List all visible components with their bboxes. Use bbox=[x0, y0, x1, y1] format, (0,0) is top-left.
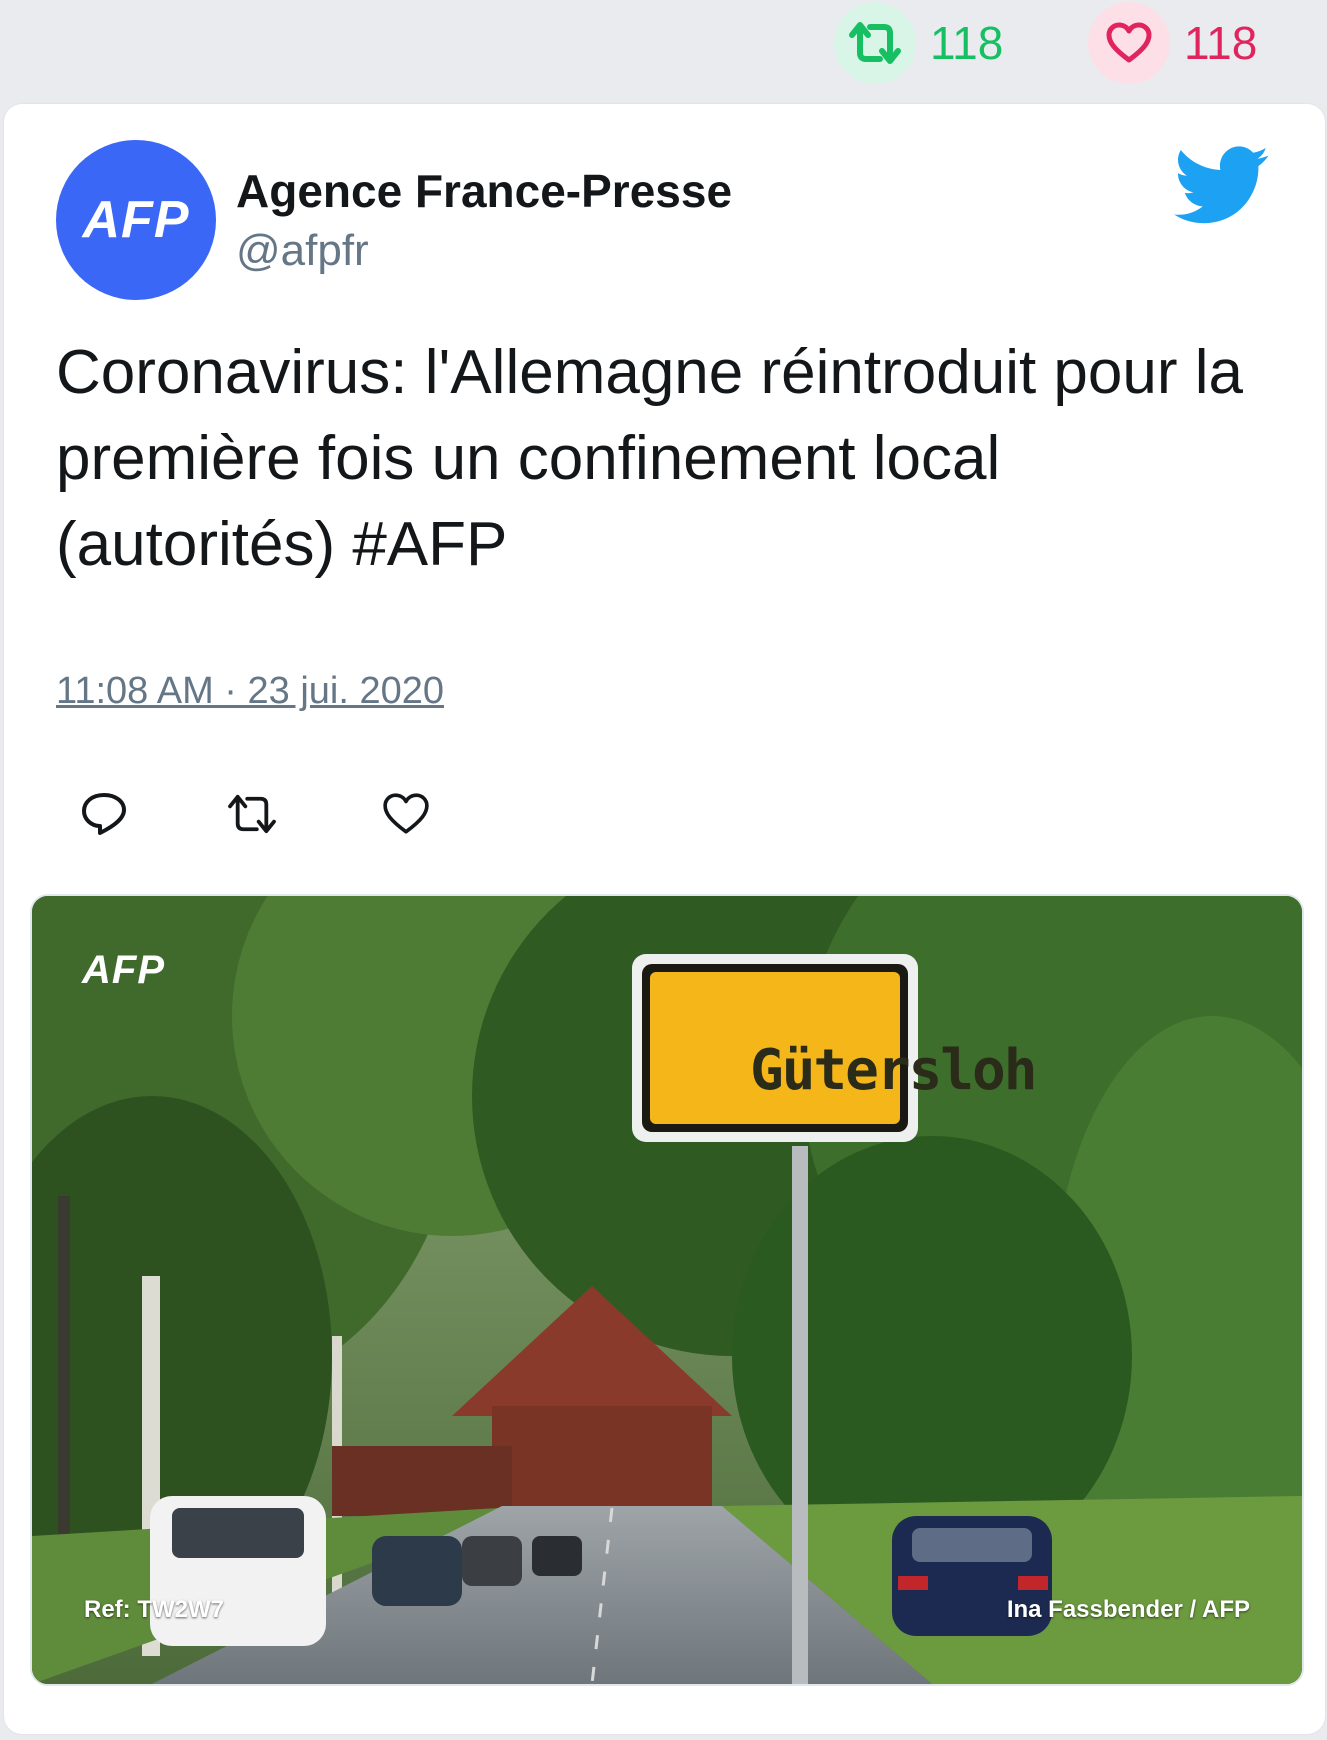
photo-credit: Ina Fassbender / AFP bbox=[1006, 1596, 1250, 1623]
retweet-icon bbox=[849, 22, 901, 64]
like-button[interactable] bbox=[378, 786, 434, 842]
retweet-stat[interactable]: 118 bbox=[834, 2, 1003, 84]
like-stat[interactable]: 118 bbox=[1088, 2, 1257, 84]
sign-text: Gütersloh bbox=[750, 1038, 1037, 1103]
tweet-card: AFP Agence France-Presse @afpfr Coronavi… bbox=[4, 104, 1325, 1734]
retweet-count: 118 bbox=[930, 17, 1004, 69]
avatar-text: AFP bbox=[82, 191, 190, 249]
like-count: 118 bbox=[1184, 17, 1258, 69]
engagement-stats: 118 118 bbox=[0, 0, 1327, 92]
tweet-media-photo[interactable]: AFP Gütersloh Ref: TW2W7 Ina Fassbender … bbox=[30, 894, 1304, 1686]
retweet-button[interactable] bbox=[224, 786, 280, 842]
photo-illustration bbox=[32, 896, 1302, 1684]
photo-reference: Ref: TW2W7 bbox=[84, 1596, 224, 1623]
twitter-bird-icon[interactable] bbox=[1174, 146, 1270, 226]
avatar[interactable]: AFP bbox=[56, 140, 216, 300]
tweet-timestamp[interactable]: 11:08 AM · 23 jui. 2020 bbox=[56, 670, 444, 713]
like-stat-bubble bbox=[1088, 2, 1170, 84]
author-name[interactable]: Agence France-Presse bbox=[236, 164, 732, 218]
tweet-text: Coronavirus: l'Allemagne réintroduit pou… bbox=[56, 338, 1243, 579]
reply-icon bbox=[82, 793, 126, 835]
author-handle[interactable]: @afpfr bbox=[236, 226, 369, 276]
reply-button[interactable] bbox=[76, 786, 132, 842]
afp-watermark: AFP bbox=[82, 948, 165, 992]
heart-icon bbox=[383, 793, 429, 834]
retweet-stat-bubble bbox=[834, 2, 916, 84]
heart-icon bbox=[1106, 22, 1152, 63]
retweet-icon bbox=[228, 794, 276, 834]
